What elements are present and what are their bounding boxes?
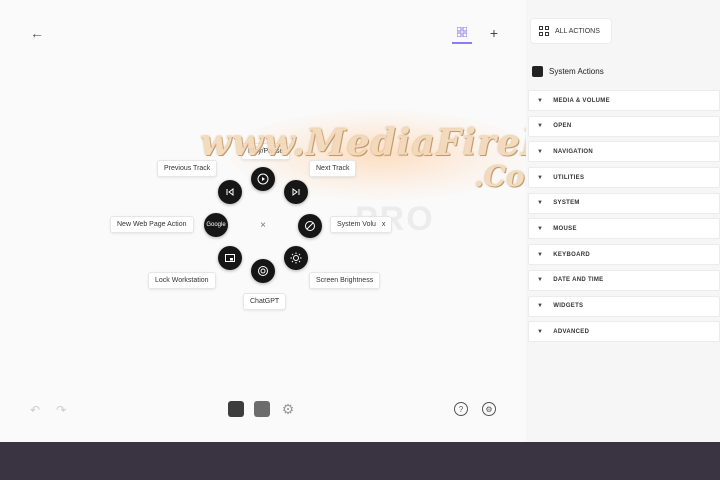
chevron-down-icon: ▼ (537, 200, 544, 207)
category-label: WIDGETS (553, 303, 584, 309)
chevron-down-icon: ▼ (537, 225, 544, 232)
chevron-down-icon: ▼ (537, 97, 544, 104)
help-icon[interactable]: ? (454, 402, 468, 416)
category-label: MOUSE (553, 225, 577, 232)
actions-panel: ALL ACTIONS System Actions ▼ MEDIA & VOLU… (526, 0, 720, 442)
help-tools: ? ⚙ (454, 402, 496, 416)
chevron-down-icon: ▼ (537, 251, 544, 258)
chevron-down-icon: ▼ (537, 277, 544, 284)
chevron-down-icon: ▼ (537, 328, 544, 335)
category-label: OPEN (553, 123, 572, 130)
next-track-node[interactable] (284, 180, 308, 204)
volume-icon (305, 221, 315, 231)
category-label: NAVIGATION (553, 148, 594, 155)
category-label: KEYBOARD (553, 251, 590, 258)
watermark-text: www.MediaFirePC (200, 122, 579, 164)
top-actions: + (452, 22, 502, 44)
bottom-band (0, 442, 720, 480)
lock-workstation-node[interactable] (218, 246, 242, 270)
chatgpt-label: ChatGPT (243, 293, 287, 310)
category-open[interactable]: ▼ OPEN (528, 115, 720, 137)
play-pause-node[interactable] (251, 167, 275, 191)
screen-brightness-label: Screen Brightness (309, 272, 381, 289)
close-icon[interactable]: × (256, 218, 270, 232)
category-keyboard[interactable]: ▼ KEYBOARD (528, 244, 720, 266)
grid-icon (457, 27, 467, 37)
category-media-volume[interactable]: ▼ MEDIA & VOLUME (528, 90, 720, 111)
skip-previous-icon (226, 188, 234, 196)
grid-view-button[interactable] (452, 22, 472, 44)
all-actions-button[interactable]: ALL ACTIONS (530, 18, 612, 44)
system-volume-node[interactable] (298, 214, 322, 238)
chevron-down-icon: ▼ (537, 123, 544, 130)
skip-next-icon (292, 188, 300, 196)
chevron-down-icon: ▼ (537, 174, 544, 181)
category-label: MEDIA & VOLUME (553, 97, 610, 104)
google-icon[interactable]: Google (204, 213, 228, 237)
chatgpt-node[interactable] (251, 259, 275, 283)
category-label: SYSTEM (553, 200, 580, 207)
category-date-time[interactable]: ▼ DATE AND TIME (528, 269, 720, 291)
lock-workstation-label: Lock Workstation (148, 272, 216, 289)
gear-icon[interactable]: ⚙ (280, 401, 296, 417)
undo-icon[interactable]: ↶ (30, 403, 40, 417)
category-navigation[interactable]: ▼ NAVIGATION (528, 141, 720, 163)
system-icon (532, 66, 543, 77)
back-arrow-icon[interactable]: ← (28, 24, 46, 42)
view-tools: ⚙ (228, 401, 296, 417)
history-tools: ↶ ↷ (30, 403, 66, 417)
redo-icon[interactable]: ↷ (56, 403, 66, 417)
chatgpt-icon (258, 266, 268, 276)
screen-brightness-node[interactable] (284, 246, 308, 270)
category-label: DATE AND TIME (553, 277, 604, 284)
system-volume-label[interactable]: System Volu x (330, 216, 393, 233)
category-mouse[interactable]: ▼ MOUSE (528, 218, 720, 240)
dark-square-button[interactable] (228, 401, 244, 417)
add-button[interactable]: + (486, 25, 502, 41)
category-list: ▼ MEDIA & VOLUME ▼ OPEN ▼ NAVIGATION ▼ UTILI… (528, 90, 720, 347)
lock-screen-icon (225, 254, 235, 262)
remove-icon[interactable]: x (382, 221, 386, 228)
category-widgets[interactable]: ▼ WIDGETS (528, 295, 720, 317)
web-page-label: New Web Page Action (110, 216, 194, 233)
category-label: ADVANCED (553, 328, 590, 335)
system-actions-title: System Actions (549, 67, 604, 76)
category-utilities[interactable]: ▼ UTILITIES (528, 167, 720, 189)
all-actions-label: ALL ACTIONS (555, 27, 600, 35)
app-window: ← + PRO Google × Play/Pause Next Track S… (0, 0, 720, 442)
brightness-icon (290, 252, 302, 264)
chevron-down-icon: ▼ (537, 303, 544, 309)
system-actions-header: System Actions (532, 66, 604, 77)
settings-icon[interactable]: ⚙ (482, 402, 496, 416)
category-system[interactable]: ▼ SYSTEM (528, 192, 720, 214)
system-volume-label-text: System Volu (337, 221, 376, 228)
category-label: UTILITIES (553, 174, 585, 181)
previous-track-node[interactable] (218, 180, 242, 204)
category-advanced[interactable]: ▼ ADVANCED (528, 321, 720, 343)
gray-square-button[interactable] (254, 401, 270, 417)
play-icon (257, 173, 269, 185)
chevron-down-icon: ▼ (537, 148, 544, 155)
grid-icon (539, 26, 549, 36)
